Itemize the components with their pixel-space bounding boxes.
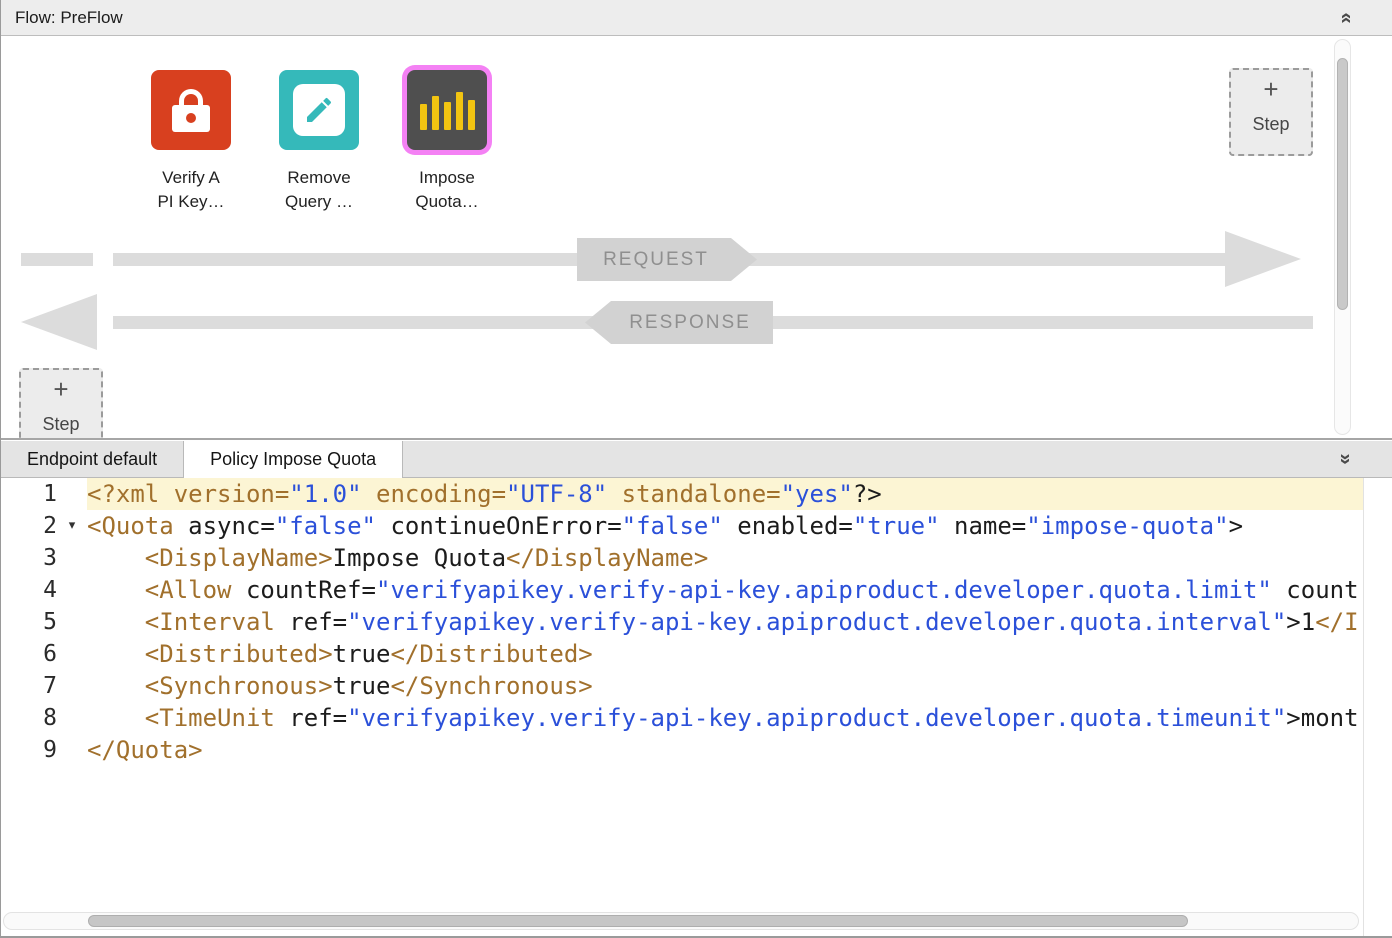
- line-number: 9: [1, 734, 57, 766]
- line-code: <?xml version="1.0" encoding="UTF-8" sta…: [87, 478, 1363, 510]
- tab-label: Endpoint default: [27, 449, 157, 470]
- tab-label: Policy Impose Quota: [210, 449, 376, 470]
- line-gutter: 8: [1, 702, 87, 734]
- policy-step-remove-query[interactable]: Remove Query …: [267, 70, 371, 214]
- plus-icon: +: [1263, 75, 1278, 103]
- policy-step-label: Remove Query …: [285, 166, 353, 214]
- line-gutter: 6: [1, 638, 87, 670]
- line-number: 5: [1, 606, 57, 638]
- code-editor[interactable]: 1 <?xml version="1.0" encoding="UTF-8" s…: [1, 478, 1364, 938]
- add-step-button-request[interactable]: + Step: [1229, 68, 1313, 156]
- code-line[interactable]: 6 <Distributed>true</Distributed>: [1, 638, 1363, 670]
- line-number: 8: [1, 702, 57, 734]
- right-arrowhead-icon: [1225, 231, 1301, 287]
- line-gutter: 3: [1, 542, 87, 574]
- editor-horizontal-scrollbar[interactable]: [3, 912, 1359, 930]
- code-line[interactable]: 3 <DisplayName>Impose Quota</DisplayName…: [1, 542, 1363, 574]
- plus-icon: +: [53, 375, 68, 403]
- vertical-scrollbar-thumb[interactable]: [1337, 58, 1348, 310]
- line-code: <DisplayName>Impose Quota</DisplayName>: [87, 542, 1363, 574]
- tab-endpoint-default[interactable]: Endpoint default: [1, 441, 184, 477]
- line-number: 7: [1, 670, 57, 702]
- code-line[interactable]: 9 </Quota>: [1, 734, 1363, 766]
- apigee-proxy-editor: Flow: PreFlow » Verify A PI Key…: [0, 0, 1392, 938]
- flow-header: Flow: PreFlow »: [1, 0, 1392, 36]
- policy-step-impose-quota[interactable]: Impose Quota…: [395, 70, 499, 214]
- line-gutter: 2 ▾: [1, 510, 87, 542]
- code-lines: 1 <?xml version="1.0" encoding="UTF-8" s…: [1, 478, 1363, 766]
- policy-icon: [407, 70, 487, 150]
- flow-vertical-scrollbar[interactable]: [1334, 39, 1351, 435]
- code-line[interactable]: 8 <TimeUnit ref="verifyapikey.verify-api…: [1, 702, 1363, 734]
- code-line[interactable]: 5 <Interval ref="verifyapikey.verify-api…: [1, 606, 1363, 638]
- code-line[interactable]: 7 <Synchronous>true</Synchronous>: [1, 670, 1363, 702]
- code-line[interactable]: 1 <?xml version="1.0" encoding="UTF-8" s…: [1, 478, 1363, 510]
- fold-toggle-icon[interactable]: ▾: [57, 510, 87, 542]
- request-label-badge: REQUEST: [577, 238, 757, 281]
- left-arrowhead-icon: [21, 294, 97, 350]
- chevron-double-down-icon: »: [1336, 453, 1356, 464]
- chart-bars-icon: [417, 90, 477, 130]
- code-line[interactable]: 4 <Allow countRef="verifyapikey.verify-a…: [1, 574, 1363, 606]
- editor-tabs: Endpoint default Policy Impose Quota: [1, 441, 403, 477]
- pencil-icon: [293, 84, 345, 136]
- chevron-double-up-icon: »: [1336, 12, 1356, 23]
- tab-policy-impose-quota[interactable]: Policy Impose Quota: [184, 441, 403, 477]
- horizontal-scrollbar-thumb[interactable]: [88, 915, 1188, 927]
- line-code: <TimeUnit ref="verifyapikey.verify-api-k…: [87, 702, 1363, 734]
- policy-step-label: Impose Quota…: [415, 166, 478, 214]
- response-label-badge: RESPONSE: [585, 301, 773, 344]
- line-gutter: 7: [1, 670, 87, 702]
- line-gutter: 4: [1, 574, 87, 606]
- collapse-editor-button[interactable]: »: [1332, 445, 1360, 473]
- line-gutter: 5: [1, 606, 87, 638]
- editor-tab-bar: Endpoint default Policy Impose Quota »: [1, 441, 1392, 478]
- line-code: <Interval ref="verifyapikey.verify-api-k…: [87, 606, 1363, 638]
- request-flow-bar-stub: [21, 253, 93, 266]
- request-label: REQUEST: [603, 249, 709, 271]
- line-code: <Quota async="false" continueOnError="fa…: [87, 510, 1363, 542]
- editor-panel: Endpoint default Policy Impose Quota » 1…: [1, 441, 1392, 938]
- lock-icon: [172, 89, 210, 132]
- add-step-label: Step: [1252, 114, 1289, 135]
- policy-icon: [279, 70, 359, 150]
- line-number: 3: [1, 542, 57, 574]
- policy-step-verify-api-key[interactable]: Verify A PI Key…: [139, 70, 243, 214]
- line-gutter: 9: [1, 734, 87, 766]
- line-number: 4: [1, 574, 57, 606]
- line-number: 1: [1, 478, 57, 510]
- policy-icon: [151, 70, 231, 150]
- line-gutter: 1: [1, 478, 87, 510]
- response-label: RESPONSE: [629, 312, 751, 334]
- add-step-button-response[interactable]: + Step: [19, 368, 103, 438]
- collapse-flow-button[interactable]: »: [1332, 4, 1360, 32]
- policy-steps: Verify A PI Key… Remove Query …: [139, 70, 499, 214]
- policy-step-label: Verify A PI Key…: [157, 166, 224, 214]
- add-step-label: Step: [42, 414, 79, 435]
- line-code: <Allow countRef="verifyapikey.verify-api…: [87, 574, 1363, 606]
- line-code: <Synchronous>true</Synchronous>: [87, 670, 1363, 702]
- flow-canvas: Verify A PI Key… Remove Query …: [1, 36, 1392, 438]
- code-line[interactable]: 2 ▾ <Quota async="false" continueOnError…: [1, 510, 1363, 542]
- flow-title: Flow: PreFlow: [15, 8, 123, 28]
- line-code: <Distributed>true</Distributed>: [87, 638, 1363, 670]
- line-number: 6: [1, 638, 57, 670]
- line-number: 2: [1, 510, 57, 542]
- line-code: </Quota>: [87, 734, 1363, 766]
- flow-panel: Flow: PreFlow » Verify A PI Key…: [1, 0, 1392, 440]
